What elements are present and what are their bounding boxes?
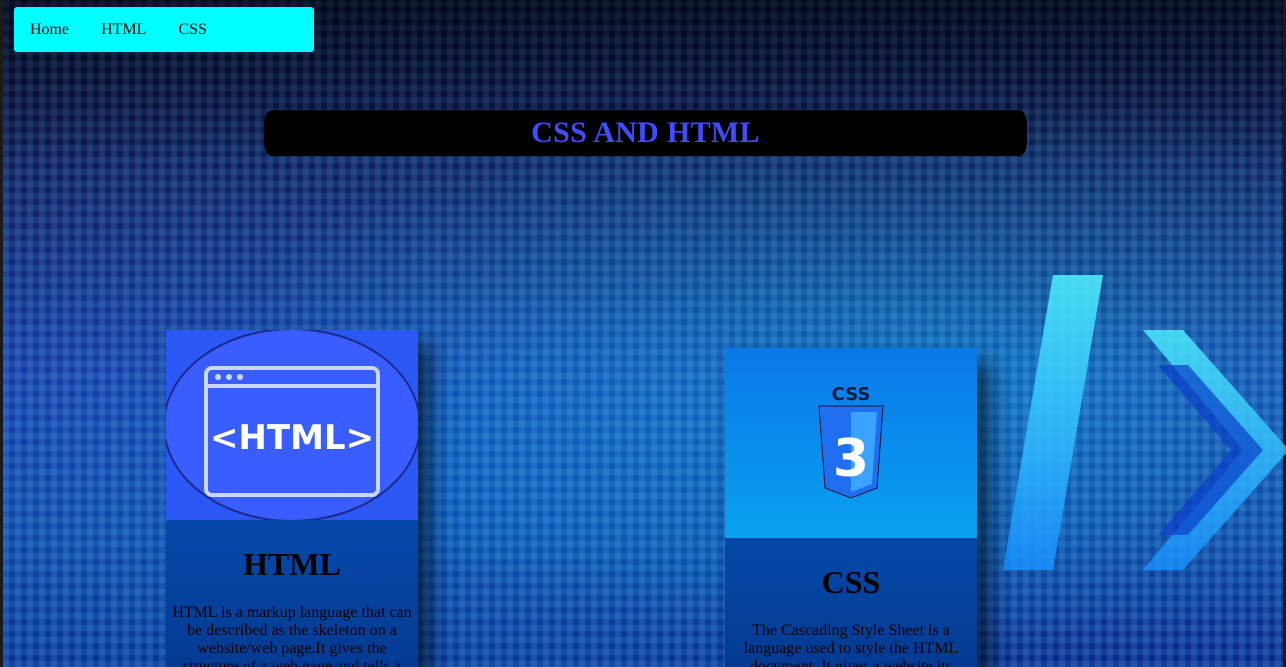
css-icon-label: CSS [832,384,871,405]
html-card-description: HTML is a markup language that can be de… [172,604,412,667]
title-banner: CSS AND HTML [264,110,1027,156]
css-card-title: CSS [821,564,881,600]
nav-home-link[interactable]: Home [30,21,69,39]
css-card-description: The Cascading Style Sheet is a language … [743,622,959,667]
html-browser-icon: <HTML> [166,330,418,520]
css-card: CSS 3 CSS The Cascading Style Sheet is a… [725,348,977,667]
html-card: <HTML> HTML HTML is a markup language th… [166,330,418,667]
top-navbar: Home HTML CSS [14,7,314,52]
nav-html-link[interactable]: HTML [101,21,146,39]
css-icon-number: 3 [833,429,869,489]
html-icon-label: <HTML> [210,418,374,458]
css3-shield-icon: CSS 3 [725,348,977,538]
code-slash-icon [1003,275,1286,570]
page-title: CSS AND HTML [531,116,760,149]
nav-css-link[interactable]: CSS [178,21,206,39]
html-card-title: HTML [243,546,341,582]
